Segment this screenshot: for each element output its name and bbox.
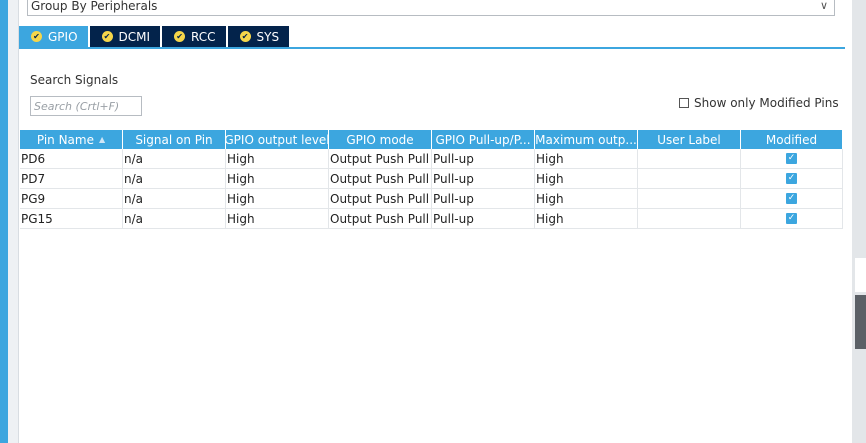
sort-up-icon[interactable]: ▲ (99, 135, 105, 144)
cell-max-speed[interactable]: High (535, 169, 638, 189)
cell-pin-name[interactable]: PD7 (20, 169, 123, 189)
cell-signal[interactable]: n/a (123, 209, 226, 229)
cell-signal[interactable]: n/a (123, 149, 226, 169)
check-circle-icon: ✔ (31, 31, 42, 42)
group-by-select[interactable]: Group By Peripherals ∨ (27, 0, 835, 16)
table-header: Pin Name ▲ Signal on Pin GPIO output lev… (20, 130, 843, 149)
cell-modified[interactable]: ✓ (741, 149, 843, 169)
table-row[interactable]: PD6 n/a High Output Push Pull Pull-up Hi… (20, 149, 843, 169)
cell-gpio-mode[interactable]: Output Push Pull (329, 209, 432, 229)
cell-output-level[interactable]: High (226, 149, 329, 169)
cell-pin-name[interactable]: PD6 (20, 149, 123, 169)
chevron-down-icon[interactable]: ∨ (820, 0, 828, 12)
column-header-pull[interactable]: GPIO Pull-up/P... (432, 130, 535, 149)
cell-user-label[interactable] (638, 169, 741, 189)
pin-configuration-table: Pin Name ▲ Signal on Pin GPIO output lev… (20, 130, 843, 229)
table-row[interactable]: PD7 n/a High Output Push Pull Pull-up Hi… (20, 169, 843, 189)
cell-pull[interactable]: Pull-up (432, 149, 535, 169)
cell-pull[interactable]: Pull-up (432, 169, 535, 189)
table-row[interactable]: PG9 n/a High Output Push Pull Pull-up Hi… (20, 189, 843, 209)
cell-output-level[interactable]: High (226, 209, 329, 229)
cell-modified[interactable]: ✓ (741, 209, 843, 229)
cell-pin-name[interactable]: PG15 (20, 209, 123, 229)
cell-max-speed[interactable]: High (535, 209, 638, 229)
tab-rcc[interactable]: ✔ RCC (162, 26, 226, 47)
tab-gpio[interactable]: ✔ GPIO (19, 26, 88, 47)
tab-label: GPIO (48, 29, 78, 44)
tab-label: RCC (191, 29, 216, 44)
cell-user-label[interactable] (638, 209, 741, 229)
group-by-value: Group By Peripherals (31, 0, 158, 13)
column-header-signal[interactable]: Signal on Pin (123, 130, 226, 149)
cell-signal[interactable]: n/a (123, 169, 226, 189)
search-signals-label: Search Signals (30, 73, 119, 87)
cell-gpio-mode[interactable]: Output Push Pull (329, 189, 432, 209)
gpio-configuration-panel: Group By Peripherals ∨ ✔ GPIO ✔ DCMI ✔ R… (19, 0, 852, 443)
column-header-output-level[interactable]: GPIO output level (226, 130, 329, 149)
show-modified-label: Show only Modified Pins (694, 96, 839, 110)
check-circle-icon: ✔ (174, 31, 186, 42)
check-circle-icon: ✔ (239, 31, 251, 42)
show-only-modified-toggle[interactable]: Show only Modified Pins (679, 96, 839, 110)
search-signals-input[interactable] (30, 96, 142, 116)
tab-underline (19, 47, 845, 49)
cell-user-label[interactable] (638, 189, 741, 209)
cell-pull[interactable]: Pull-up (432, 209, 535, 229)
cell-user-label[interactable] (638, 149, 741, 169)
checkbox-checked-icon[interactable]: ✓ (786, 153, 797, 164)
cell-output-level[interactable]: High (226, 169, 329, 189)
cell-max-speed[interactable]: High (535, 189, 638, 209)
right-rail-tab-light[interactable] (855, 258, 866, 292)
peripheral-tabs: ✔ GPIO ✔ DCMI ✔ RCC ✔ SYS (19, 26, 291, 47)
checkbox-checked-icon[interactable]: ✓ (786, 173, 797, 184)
tab-dcmi[interactable]: ✔ DCMI (89, 26, 161, 47)
right-rail-tab-dark[interactable] (855, 295, 866, 349)
cell-pull[interactable]: Pull-up (432, 189, 535, 209)
tab-label: SYS (256, 29, 280, 44)
cell-pin-name[interactable]: PG9 (20, 189, 123, 209)
checkbox-checked-icon[interactable]: ✓ (786, 193, 797, 204)
cell-max-speed[interactable]: High (535, 149, 638, 169)
tab-sys[interactable]: ✔ SYS (227, 26, 290, 47)
cell-gpio-mode[interactable]: Output Push Pull (329, 169, 432, 189)
column-header-gpio-mode[interactable]: GPIO mode (329, 130, 432, 149)
checkbox-checked-icon[interactable]: ✓ (786, 213, 797, 224)
right-scroll-rail[interactable] (852, 0, 866, 443)
column-header-modified[interactable]: Modified (741, 130, 843, 149)
column-header-max-output-speed[interactable]: Maximum outp... (535, 130, 638, 149)
cell-output-level[interactable]: High (226, 189, 329, 209)
cell-gpio-mode[interactable]: Output Push Pull (329, 149, 432, 169)
tab-label: DCMI (118, 29, 151, 44)
cell-signal[interactable]: n/a (123, 189, 226, 209)
cell-modified[interactable]: ✓ (741, 189, 843, 209)
left-panel-gutter (8, 0, 19, 443)
check-circle-icon: ✔ (101, 31, 113, 42)
column-header-user-label[interactable]: User Label (638, 130, 741, 149)
show-modified-checkbox[interactable] (679, 98, 689, 108)
cell-modified[interactable]: ✓ (741, 169, 843, 189)
table-row[interactable]: PG15 n/a High Output Push Pull Pull-up H… (20, 209, 843, 229)
column-header-pin-name[interactable]: Pin Name ▲ (20, 130, 123, 149)
left-panel-edge (0, 0, 19, 443)
